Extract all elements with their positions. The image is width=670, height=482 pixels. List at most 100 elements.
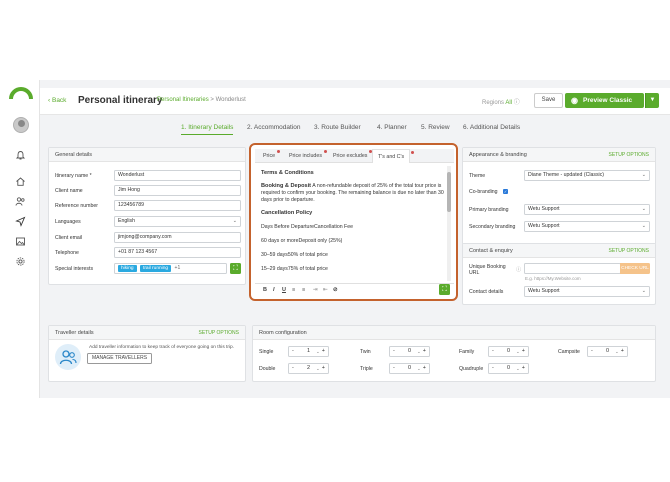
home-icon[interactable] — [15, 176, 26, 187]
eye-icon: ◉ — [571, 96, 578, 105]
field-label: Languages — [55, 219, 81, 225]
step-nav: 1. Itinerary Details 2. Accommodation 3.… — [40, 120, 670, 138]
cancellation-heading: Cancellation Policy — [261, 210, 313, 216]
step-accommodation[interactable]: 2. Accommodation — [247, 124, 300, 131]
chevron-left-icon: ‹ — [48, 97, 51, 104]
preview-options-button[interactable]: ▼ — [645, 93, 659, 108]
campsite-stepper[interactable]: - 0 ⌄ + — [587, 346, 628, 357]
image-icon[interactable] — [15, 236, 26, 247]
primary-branding-select[interactable]: Wetu Support ⌄ — [524, 204, 650, 215]
numbered-list-icon[interactable]: ≡ — [292, 287, 295, 293]
chevron-down-icon: ⌄ — [615, 349, 619, 354]
outdent-icon[interactable]: ⇤ — [323, 287, 328, 293]
gear-icon[interactable] — [15, 256, 26, 267]
bell-icon[interactable] — [15, 150, 26, 161]
field-label: Client name — [55, 188, 83, 194]
field-label: Theme — [469, 173, 486, 179]
client-email-input[interactable]: jimjong@company.com — [114, 232, 241, 243]
tab-price[interactable]: Price — [263, 149, 281, 163]
plus-icon[interactable]: + — [322, 364, 325, 373]
chevron-down-icon: ▼ — [649, 97, 656, 103]
single-stepper[interactable]: - 1 ⌄ + — [288, 346, 329, 357]
clear-format-icon[interactable]: ⊘ — [333, 287, 338, 293]
url-hint: E.g. https://My.Website.com — [525, 276, 581, 281]
travellers-icon — [55, 344, 81, 370]
terms-editor[interactable]: Terms & Conditions Booking & Deposit A n… — [261, 170, 444, 273]
traveller-text: Add traveller information to keep track … — [89, 345, 235, 350]
card-title: Room configuration — [253, 326, 655, 340]
step-additional-details[interactable]: 6. Additional Details — [463, 124, 520, 131]
plus-icon[interactable]: + — [621, 347, 624, 356]
bullet-list-icon[interactable]: ≡ — [302, 287, 305, 293]
breadcrumb-link[interactable]: Personal Itineraries — [157, 97, 209, 103]
plus-icon[interactable]: + — [322, 347, 325, 356]
telephone-input[interactable]: +01 87 123 4567 — [114, 247, 241, 258]
interest-tag[interactable]: hiking — [118, 265, 137, 272]
field-label: Special interests — [55, 266, 94, 272]
unsaved-dot — [277, 150, 281, 153]
triple-stepper[interactable]: - 0 ⌄ + — [389, 363, 430, 374]
plus-icon[interactable]: + — [522, 347, 525, 356]
card-title: General details — [49, 148, 245, 162]
step-review[interactable]: 5. Review — [421, 124, 450, 131]
regions-selector[interactable]: Regions All ⓘ — [482, 97, 520, 106]
plus-icon[interactable]: + — [423, 364, 426, 373]
back-link[interactable]: ‹ Back — [48, 97, 66, 104]
booking-url-input[interactable] — [524, 263, 621, 274]
send-icon[interactable] — [15, 216, 26, 227]
double-stepper[interactable]: - 2 ⌄ + — [288, 363, 329, 374]
twin-stepper[interactable]: - 0 ⌄ + — [389, 346, 430, 357]
chevron-down-icon: ⌄ — [316, 366, 320, 371]
card-title: Contact & enquiry SETUP OPTIONS — [463, 244, 655, 258]
underline-button[interactable]: U — [282, 287, 286, 293]
step-itinerary-details[interactable]: 1. Itinerary Details — [181, 124, 234, 135]
editor-toolbar: B I U ≡ ≡ ⇥ ⇤ ⊘ ⛶ — [255, 283, 454, 297]
plus-icon[interactable]: + — [423, 347, 426, 356]
plus-icon[interactable]: + — [522, 364, 525, 373]
setup-options-link[interactable]: SETUP OPTIONS — [199, 326, 239, 340]
avatar[interactable] — [13, 117, 29, 133]
client-name-input[interactable]: Jim Hong — [114, 185, 241, 196]
itinerary-name-input[interactable]: Wonderlust — [114, 170, 241, 181]
secondary-branding-select[interactable]: Wetu Support ⌄ — [524, 221, 650, 232]
cobranding-checkbox[interactable]: ✓ — [503, 189, 509, 195]
expand-icon[interactable]: ⛶ — [230, 263, 241, 274]
contact-details-select[interactable]: Wetu Support ⌄ — [524, 286, 650, 297]
check-url-button[interactable]: CHECK URL — [620, 263, 650, 274]
tab-price-excludes[interactable]: Price excludes — [333, 149, 373, 163]
theme-select[interactable]: Diane Theme - updated (Classic) ⌄ — [524, 170, 650, 181]
traveller-card: Traveller details SETUP OPTIONS Add trav… — [48, 325, 246, 382]
editor-scrollbar[interactable] — [447, 166, 451, 281]
more-count: +1 — [174, 265, 181, 271]
room-label: Single — [259, 349, 274, 355]
preview-button[interactable]: ◉ Preview Classic — [565, 93, 644, 108]
family-stepper[interactable]: - 0 ⌄ + — [488, 346, 529, 357]
card-title: Appearance & branding SETUP OPTIONS — [463, 148, 655, 162]
scroll-thumb[interactable] — [447, 172, 451, 212]
step-route-builder[interactable]: 3. Route Builder — [314, 124, 361, 131]
quadruple-stepper[interactable]: - 0 ⌄ + — [488, 363, 529, 374]
setup-options-link[interactable]: SETUP OPTIONS — [609, 148, 649, 162]
users-icon[interactable] — [15, 196, 26, 207]
reference-number-input[interactable]: 123456789 — [114, 200, 241, 211]
manage-travellers-button[interactable]: MANAGE TRAVELLERS — [87, 353, 152, 364]
languages-select[interactable]: English ⌄ — [114, 216, 241, 227]
room-label: Quadruple — [459, 366, 484, 372]
interest-tag[interactable]: trail running — [140, 265, 172, 272]
appearance-card: Appearance & branding SETUP OPTIONS Them… — [462, 147, 656, 245]
step-planner[interactable]: 4. Planner — [377, 124, 407, 131]
page-title: Personal itinerary — [78, 95, 163, 106]
policy-line: 60 days or moreDeposit only (25%) — [261, 238, 343, 244]
chevron-down-icon: ⌄ — [516, 349, 520, 354]
indent-icon[interactable]: ⇥ — [313, 287, 318, 293]
save-button[interactable]: Save — [534, 93, 563, 108]
italic-button[interactable]: I — [273, 287, 275, 293]
setup-options-link[interactable]: SETUP OPTIONS — [609, 244, 649, 258]
special-interests-input[interactable]: hiking trail running +1 — [114, 263, 227, 274]
app-logo[interactable] — [9, 86, 33, 100]
tab-terms[interactable]: T's and C's — [372, 149, 415, 163]
expand-icon[interactable]: ⛶ — [439, 284, 450, 295]
tab-price-includes[interactable]: Price includes — [289, 149, 327, 163]
field-label: Primary branding — [469, 207, 509, 213]
bold-button[interactable]: B — [263, 287, 267, 293]
